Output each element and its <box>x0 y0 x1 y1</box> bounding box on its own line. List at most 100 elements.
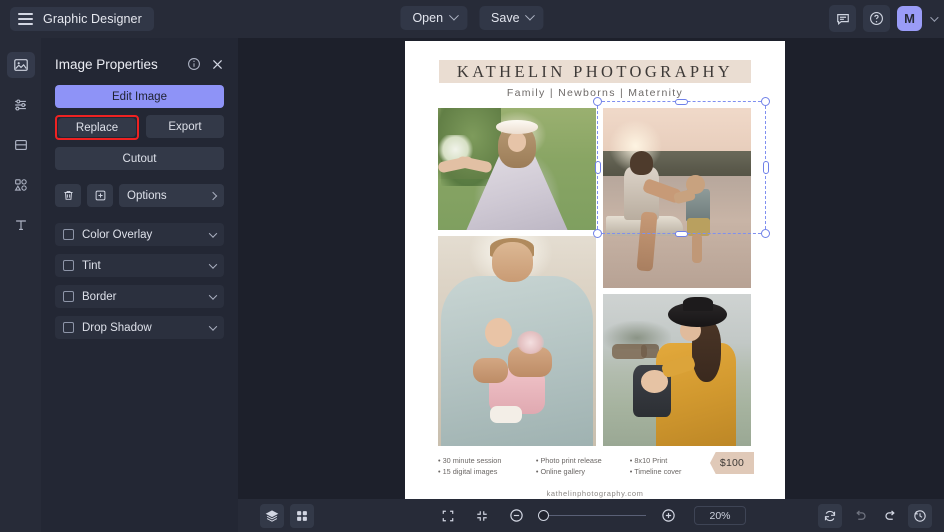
chevron-down-icon <box>448 10 459 21</box>
sidebar-item-layout[interactable] <box>7 132 35 158</box>
chevron-down-icon <box>525 10 535 21</box>
grid-button[interactable] <box>290 503 314 528</box>
effects-list: Color Overlay Tint Border Drop Shadow <box>55 223 224 339</box>
layers-icon <box>265 509 279 523</box>
poster-document[interactable]: KATHELIN PHOTOGRAPHY Family | Newborns |… <box>405 41 785 503</box>
poster-feature-bullets: 30 minute session 15 digital images Phot… <box>438 455 708 477</box>
export-button[interactable]: Export <box>146 115 224 138</box>
zoom-out-button[interactable] <box>504 504 528 528</box>
photo-woman-yellow-sweater[interactable] <box>603 294 751 446</box>
chevron-down-icon[interactable] <box>208 321 218 331</box>
cutout-row: Cutout <box>55 147 224 170</box>
photo-father-newborn[interactable] <box>438 236 596 446</box>
replace-button-highlight: Replace <box>55 115 139 140</box>
effect-row-border[interactable]: Border <box>55 285 224 308</box>
save-label: Save <box>491 11 520 25</box>
photo-mother-child-lake[interactable] <box>603 108 751 288</box>
poster-title-banner[interactable]: KATHELIN PHOTOGRAPHY <box>439 60 751 83</box>
cutout-button[interactable]: Cutout <box>55 147 224 170</box>
duplicate-button[interactable] <box>87 184 113 207</box>
shapes-icon <box>13 177 29 193</box>
effect-label: Tint <box>82 259 101 272</box>
collapse-button[interactable] <box>470 504 494 528</box>
duplicate-icon <box>94 189 107 202</box>
frame-icon <box>13 137 29 153</box>
bullet-item: Online gallery <box>536 466 626 477</box>
options-label: Options <box>127 189 167 202</box>
resize-handle-top[interactable] <box>675 98 688 105</box>
edit-image-button[interactable]: Edit Image <box>55 85 224 108</box>
effect-row-color-overlay[interactable]: Color Overlay <box>55 223 224 246</box>
avatar[interactable]: M <box>897 6 922 31</box>
replace-button[interactable]: Replace <box>58 118 136 137</box>
redo-button[interactable] <box>878 504 902 528</box>
text-icon <box>13 217 29 233</box>
zoom-slider-knob[interactable] <box>538 510 549 521</box>
view-toggles <box>260 503 314 528</box>
fit-screen-button[interactable] <box>436 504 460 528</box>
chevron-down-icon[interactable] <box>930 12 939 22</box>
open-button[interactable]: Open <box>400 6 468 30</box>
chevron-down-icon[interactable] <box>208 290 218 300</box>
zoom-slider-track <box>538 514 646 517</box>
history-button[interactable] <box>908 503 932 528</box>
help-button[interactable] <box>863 5 890 32</box>
border-checkbox[interactable] <box>63 291 74 302</box>
panel-header-actions <box>187 57 224 71</box>
chevron-down-icon[interactable] <box>208 228 218 238</box>
collapse-icon <box>475 509 489 523</box>
tool-rail <box>0 38 41 532</box>
zoom-level-value[interactable]: 20% <box>694 506 746 525</box>
refresh-button[interactable] <box>818 503 842 528</box>
image-icon <box>13 57 29 73</box>
bullet-column-2: Photo print release Online gallery <box>536 455 626 477</box>
options-button[interactable]: Options <box>119 184 224 207</box>
effect-row-tint[interactable]: Tint <box>55 254 224 277</box>
sliders-icon <box>13 97 29 113</box>
delete-button[interactable] <box>55 184 81 207</box>
info-circle-icon[interactable] <box>187 57 201 71</box>
help-circle-icon <box>869 11 884 26</box>
grid-icon <box>295 509 309 523</box>
canvas-area[interactable]: KATHELIN PHOTOGRAPHY Family | Newborns |… <box>238 38 944 503</box>
hamburger-icon <box>18 13 33 25</box>
history-controls <box>818 503 932 528</box>
app-root: Graphic Designer Open Save M Image Prope… <box>0 0 944 532</box>
effect-label: Drop Shadow <box>82 321 152 334</box>
page-title: Image Properties <box>55 56 158 72</box>
effect-row-drop-shadow[interactable]: Drop Shadow <box>55 316 224 339</box>
layers-button[interactable] <box>260 503 284 528</box>
open-label: Open <box>412 11 444 25</box>
refresh-icon <box>823 509 837 523</box>
resize-handle-bottom-right[interactable] <box>761 229 770 238</box>
poster-subtitle[interactable]: Family | Newborns | Maternity <box>405 87 785 99</box>
close-icon[interactable] <box>211 58 224 71</box>
photo-girl-white-dress[interactable] <box>438 108 596 230</box>
undo-button[interactable] <box>848 504 872 528</box>
chevron-down-icon[interactable] <box>208 259 218 269</box>
trash-icon <box>62 189 75 202</box>
sidebar-item-shapes[interactable] <box>7 172 35 198</box>
sidebar-item-adjustments[interactable] <box>7 92 35 118</box>
comment-button[interactable] <box>829 5 856 32</box>
color-overlay-checkbox[interactable] <box>63 229 74 240</box>
bullet-column-1: 30 minute session 15 digital images <box>438 455 532 477</box>
app-menu-button[interactable]: Graphic Designer <box>10 7 154 31</box>
zoom-slider[interactable] <box>538 509 646 523</box>
bullet-item: 15 digital images <box>438 466 532 477</box>
save-button[interactable]: Save <box>479 6 544 30</box>
sidebar-item-image[interactable] <box>6 52 35 78</box>
resize-handle-right[interactable] <box>762 161 769 174</box>
zoom-in-button[interactable] <box>656 504 680 528</box>
chevron-right-icon <box>208 191 218 200</box>
zoom-out-icon <box>509 508 524 523</box>
price-tag[interactable]: $100 <box>710 452 754 474</box>
poster-title-text: KATHELIN PHOTOGRAPHY <box>456 62 734 81</box>
poster-website: kathelinphotography.com <box>546 489 644 498</box>
bullet-item: Timeline cover <box>630 466 708 477</box>
tint-checkbox[interactable] <box>63 260 74 271</box>
drop-shadow-checkbox[interactable] <box>63 322 74 333</box>
sidebar-item-text[interactable] <box>7 212 35 238</box>
file-controls: Open Save <box>400 6 544 30</box>
top-bar: Graphic Designer Open Save M <box>0 0 944 38</box>
